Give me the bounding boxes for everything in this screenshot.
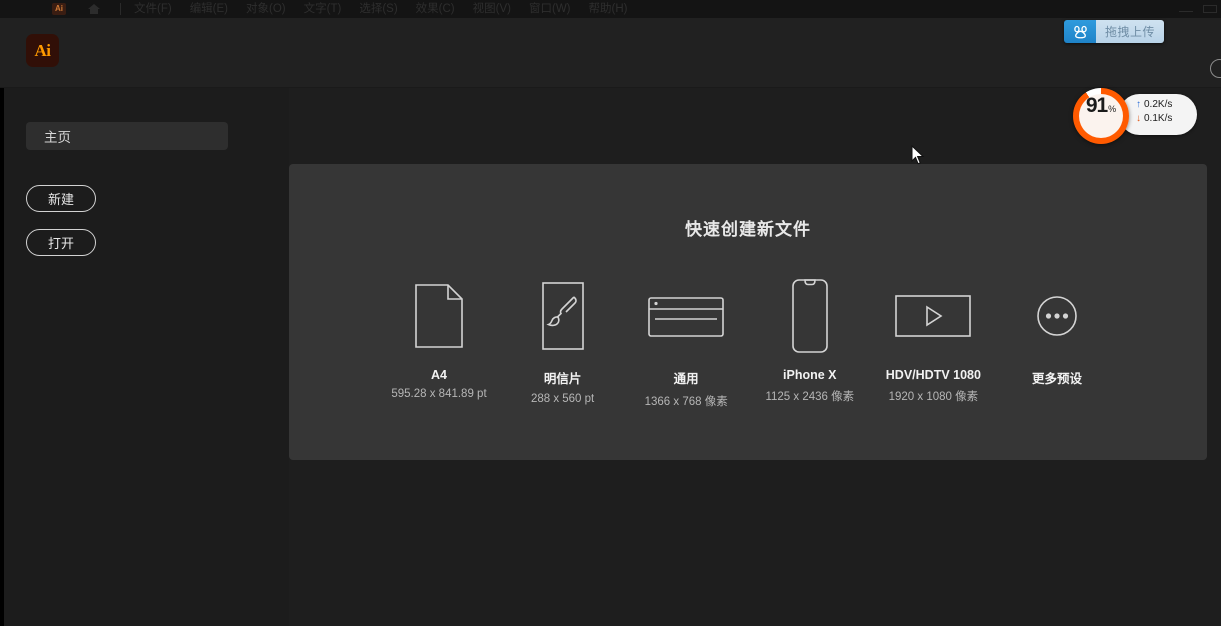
preset-dimensions: 595.28 x 841.89 pt [391,388,487,400]
menu-item-file[interactable]: 文件(F) [125,0,181,18]
upload-rate-row: ↑ 0.2K/s [1133,99,1172,110]
new-button[interactable]: 新建 [26,185,96,212]
preset-name: 更多预设 [1031,372,1082,386]
baidu-drag-upload-widget[interactable]: 拖拽上传 [1064,20,1164,43]
preset-postcard[interactable]: 明信片 288 x 560 pt [509,278,617,409]
menu-divider [120,3,121,15]
menu-bar: Ai 文件(F) 编辑(E) 对象(O) 文字(T) 选择(S) 效果(C) 视… [0,0,1221,18]
preset-more[interactable]: 更多预设 [1003,278,1111,409]
new-button-label: 新建 [47,192,74,207]
percent-sign: % [1108,104,1117,114]
menu-item-select[interactable]: 选择(S) [350,0,406,18]
menu-item-view[interactable]: 视图(V) [464,0,520,18]
window-controls [1179,0,1217,18]
cpu-usage-readout: 91 % [1079,94,1123,138]
paintbrush-icon [541,278,585,354]
preset-web-common[interactable]: 通用 1366 x 768 像素 [632,278,740,409]
video-play-icon [894,278,972,354]
preset-dimensions: 288 x 560 pt [530,393,595,405]
phone-icon [791,278,829,354]
upload-rate-value: 0.2K/s [1144,99,1173,110]
maximize-button[interactable] [1203,5,1217,13]
search-icon[interactable] [1210,59,1221,78]
sidebar-item-home[interactable]: 主页 [26,122,228,150]
system-monitor-widget[interactable]: ↑ 0.2K/s ↓ 0.1K/s 91 % [1073,88,1197,144]
open-button-label: 打开 [47,236,74,251]
cpu-usage-ring: 91 % [1073,88,1129,144]
sidebar-item-home-label: 主页 [44,130,71,145]
app-icon-small[interactable]: Ai [52,3,66,15]
preset-iphone-x[interactable]: iPhone X 1125 x 2436 像素 [756,278,864,409]
illustrator-logo: Ai [26,34,59,67]
menu-item-edit[interactable]: 编辑(E) [181,0,237,18]
menu-item-type[interactable]: 文字(T) [295,0,351,18]
upload-arrow-icon: ↑ [1136,99,1141,110]
more-ellipsis-icon [1036,278,1078,354]
menu-item-effect[interactable]: 效果(C) [407,0,464,18]
cpu-usage-percent: 91 [1085,94,1108,117]
app-header: Ai [0,18,1221,88]
menu-item-help[interactable]: 帮助(H) [580,0,637,18]
document-page-icon [414,278,464,354]
preset-name: 通用 [673,372,699,386]
menu-item-object[interactable]: 对象(O) [237,0,295,18]
preset-a4[interactable]: A4 595.28 x 841.89 pt [385,278,493,409]
preset-hdv-hdtv-1080[interactable]: HDV/HDTV 1080 1920 x 1080 像素 [879,278,987,409]
minimize-button[interactable] [1179,6,1193,12]
sidebar: 主页 新建 打开 [0,88,289,626]
network-rates: ↑ 0.2K/s ↓ 0.1K/s [1133,99,1172,124]
download-rate-value: 0.1K/s [1144,113,1173,124]
preset-dimensions: 1366 x 768 像素 [644,396,728,408]
quick-create-panel: 快速创建新文件 A4 595.28 x 841.89 pt 明信片 288 x … [289,164,1207,460]
baidu-upload-label: 拖拽上传 [1096,20,1164,43]
preset-name: HDV/HDTV 1080 [885,368,981,382]
preset-name: iPhone X [783,368,837,382]
download-arrow-icon: ↓ [1136,113,1141,124]
preset-name: 明信片 [543,372,582,386]
panel-title: 快速创建新文件 [685,220,811,239]
illustrator-start-screen: Ai 文件(F) 编辑(E) 对象(O) 文字(T) 选择(S) 效果(C) 视… [0,0,1221,626]
open-button[interactable]: 打开 [26,229,96,256]
menu-item-window[interactable]: 窗口(W) [520,0,580,18]
preset-name: A4 [431,368,447,382]
browser-window-icon [647,278,725,354]
preset-dimensions: 1920 x 1080 像素 [888,391,979,403]
preset-list: A4 595.28 x 841.89 pt 明信片 288 x 560 pt 通… [289,278,1207,409]
baidu-cloud-icon [1064,20,1096,43]
mouse-cursor [911,144,925,165]
download-rate-row: ↓ 0.1K/s [1133,113,1172,124]
preset-dimensions: 1125 x 2436 像素 [765,391,855,403]
home-icon[interactable] [86,3,102,15]
